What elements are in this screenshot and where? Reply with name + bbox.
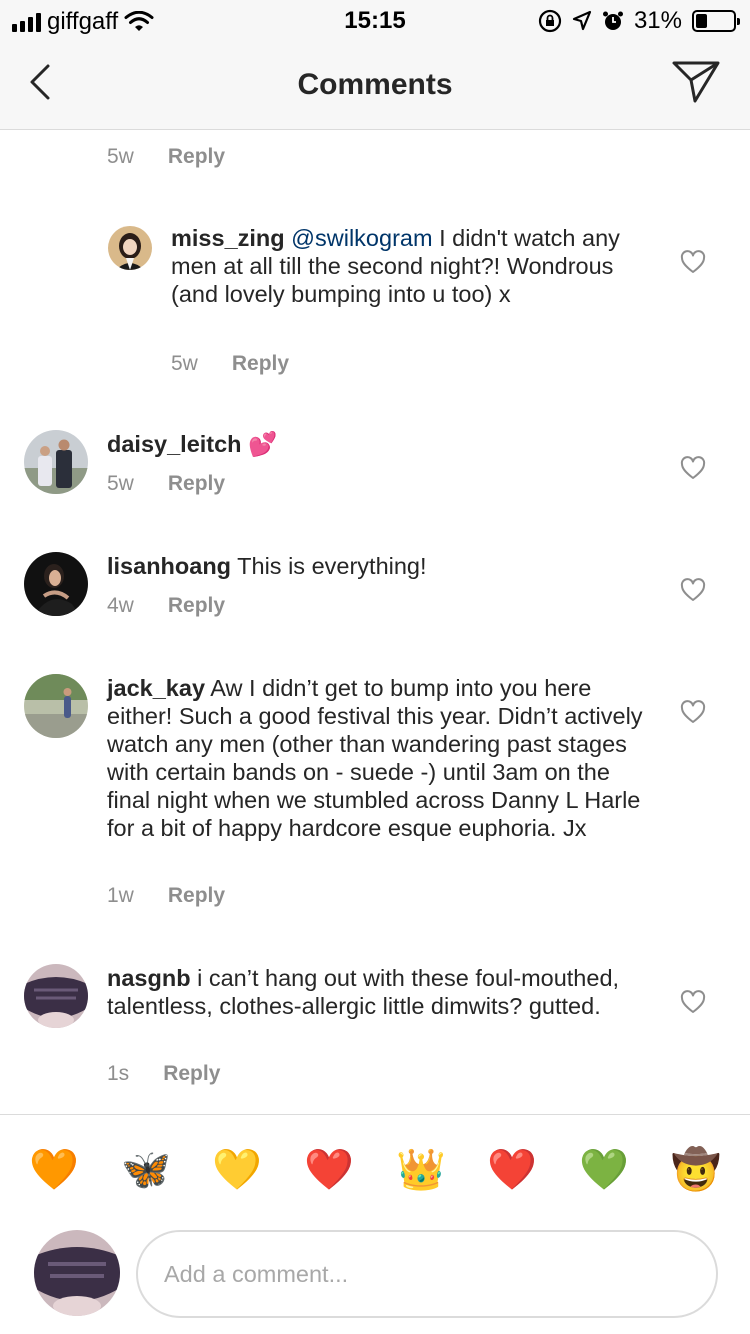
- comment-age: 5w: [107, 145, 134, 168]
- emoji-orange-heart[interactable]: 🧡: [24, 1140, 84, 1200]
- comment-mention[interactable]: @swilkogram: [291, 225, 432, 251]
- comment-username[interactable]: nasgnb: [107, 965, 191, 991]
- status-bar: giffgaff 15:15 31%: [0, 0, 750, 40]
- comment-meta: 4w Reply: [107, 594, 225, 618]
- reply-button[interactable]: Reply: [168, 472, 225, 496]
- comment-meta: 1s Reply: [107, 1062, 220, 1086]
- avatar[interactable]: [24, 964, 88, 1028]
- reply-button[interactable]: Reply: [232, 352, 289, 376]
- comment-body: This is everything!: [237, 553, 427, 579]
- comment-username[interactable]: jack_kay: [107, 675, 205, 701]
- comment-username[interactable]: miss_zing: [171, 225, 285, 251]
- battery-icon: [692, 10, 740, 32]
- emoji-red-heart[interactable]: ❤️: [482, 1140, 542, 1200]
- comment-meta: 5w Reply: [171, 352, 289, 376]
- comments-list[interactable]: 5w Reply miss_zing @swilkogram I didn't …: [0, 131, 750, 1114]
- comment-meta: 5w Reply: [107, 472, 225, 496]
- battery-fill: [696, 14, 708, 28]
- heart-icon[interactable]: [680, 456, 706, 480]
- reply-button[interactable]: Reply: [163, 1062, 220, 1086]
- heart-icon[interactable]: [680, 700, 706, 724]
- reply-button[interactable]: Reply: [168, 884, 225, 908]
- my-avatar: [34, 1230, 120, 1316]
- divider: [0, 1114, 750, 1115]
- comment-text: lisanhoang This is everything!: [107, 552, 627, 580]
- comment-text: daisy_leitch 💕: [107, 430, 627, 458]
- comment-body: 💕: [248, 431, 278, 457]
- comment-age: 5w: [107, 472, 134, 495]
- comment-age: 5w: [171, 352, 198, 375]
- avatar[interactable]: [108, 226, 152, 270]
- reply-button[interactable]: Reply: [168, 594, 225, 618]
- avatar[interactable]: [24, 430, 88, 494]
- avatar[interactable]: [24, 552, 88, 616]
- comment-age: 4w: [107, 594, 134, 617]
- emoji-bar: 🧡 🦋 💛 ❤️ 👑 ❤️ 💚 🤠: [0, 1140, 750, 1200]
- paper-plane-icon[interactable]: [670, 58, 722, 106]
- comment-meta: 5w Reply: [107, 145, 225, 169]
- heart-icon[interactable]: [680, 990, 706, 1014]
- comment-text: nasgnb i can’t hang out with these foul-…: [107, 964, 627, 1020]
- comment-age: 1w: [107, 884, 134, 907]
- emoji-yellow-heart[interactable]: 💛: [207, 1140, 267, 1200]
- heart-icon[interactable]: [680, 250, 706, 274]
- emoji-green-heart[interactable]: 💚: [574, 1140, 634, 1200]
- comment-meta: 1w Reply: [107, 884, 225, 908]
- comment-input[interactable]: [136, 1230, 718, 1318]
- location-icon: [572, 10, 592, 31]
- comment-text: miss_zing @swilkogram I didn't watch any…: [171, 224, 641, 308]
- comment-username[interactable]: lisanhoang: [107, 553, 231, 579]
- page-title: Comments: [297, 68, 453, 101]
- emoji-dark-red-heart[interactable]: ❤️: [299, 1140, 359, 1200]
- heart-icon[interactable]: [680, 578, 706, 602]
- alarm-icon: [602, 11, 623, 30]
- emoji-crown[interactable]: 👑: [391, 1140, 451, 1200]
- reply-button[interactable]: Reply: [168, 145, 225, 169]
- status-icons: 31%: [538, 7, 740, 35]
- orientation-lock-icon: [538, 9, 562, 33]
- comment-username[interactable]: daisy_leitch: [107, 431, 242, 457]
- header: Comments: [0, 40, 750, 130]
- emoji-butterfly[interactable]: 🦋: [116, 1140, 176, 1200]
- comment-age: 1s: [107, 1062, 130, 1085]
- battery-percent: 31%: [633, 7, 682, 34]
- comment-text: jack_kay Aw I didn’t get to bump into yo…: [107, 674, 647, 842]
- avatar[interactable]: [24, 674, 88, 738]
- emoji-cowboy-face[interactable]: 🤠: [666, 1140, 726, 1200]
